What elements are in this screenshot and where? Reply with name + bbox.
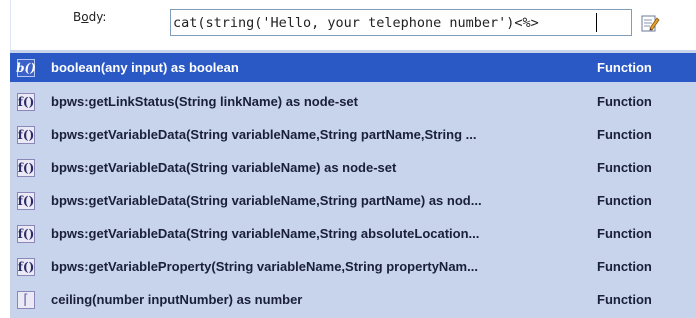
suggestion-kind: Function	[597, 193, 652, 208]
suggestion-item[interactable]: ⌈ ceiling(number inputNumber) as number …	[10, 285, 696, 314]
function-icon: f()	[17, 125, 35, 144]
suggestion-kind: Function	[597, 226, 652, 241]
suggestion-label: bpws:getVariableData(String variableName…	[51, 226, 480, 241]
suggestion-kind: Function	[597, 160, 652, 175]
suggestion-item[interactable]: f() bpws:getVariableProperty(String vari…	[10, 252, 696, 281]
edit-expression-icon[interactable]	[640, 13, 660, 33]
suggestion-item[interactable]: f() bpws:getVariableData(String variable…	[10, 186, 696, 215]
suggestion-kind: Function	[597, 259, 652, 274]
suggestion-item[interactable]: f() bpws:getVariableData(String variable…	[10, 120, 696, 149]
suggestion-kind: Function	[597, 292, 652, 307]
body-field-label: Body:	[73, 10, 107, 24]
suggestion-kind: Function	[597, 127, 652, 142]
suggestion-label: boolean(any input) as boolean	[51, 60, 239, 75]
suggestion-label: bpws:getVariableData(String variableName…	[51, 193, 482, 208]
suggestion-kind: Function	[597, 60, 652, 75]
suggestion-label: bpws:getVariableData(String variableName…	[51, 160, 397, 175]
function-icon: f()	[17, 92, 35, 111]
suggestion-label: bpws:getLinkStatus(String linkName) as n…	[51, 94, 358, 109]
suggestion-item[interactable]: f() bpws:getLinkStatus(String linkName) …	[10, 87, 696, 116]
ceiling-function-icon: ⌈	[17, 290, 35, 309]
suggestion-label: bpws:getVariableProperty(String variable…	[51, 259, 478, 274]
function-icon: f()	[17, 257, 35, 276]
suggestion-item[interactable]: f() bpws:getVariableData(String variable…	[10, 153, 696, 182]
expression-editor-header: Body: cat(string('Hello, your telephone …	[0, 0, 696, 50]
text-caret	[596, 13, 597, 32]
function-icon: f()	[17, 158, 35, 177]
suggestion-kind: Function	[597, 94, 652, 109]
builtin-function-icon: b()	[16, 58, 36, 77]
expression-input[interactable]: cat(string('Hello, your telephone number…	[170, 9, 632, 36]
suggestion-item[interactable]: b() boolean(any input) as boolean Functi…	[10, 53, 696, 82]
suggestion-label: bpws:getVariableData(String variableName…	[51, 127, 477, 142]
autocomplete-list[interactable]: b() boolean(any input) as boolean Functi…	[10, 50, 696, 318]
function-icon: f()	[17, 224, 35, 243]
expression-text: cat(string('Hello, your telephone number…	[173, 15, 539, 31]
suggestion-label: ceiling(number inputNumber) as number	[51, 292, 303, 307]
suggestion-item[interactable]: f() bpws:getVariableData(String variable…	[10, 219, 696, 248]
function-icon: f()	[17, 191, 35, 210]
